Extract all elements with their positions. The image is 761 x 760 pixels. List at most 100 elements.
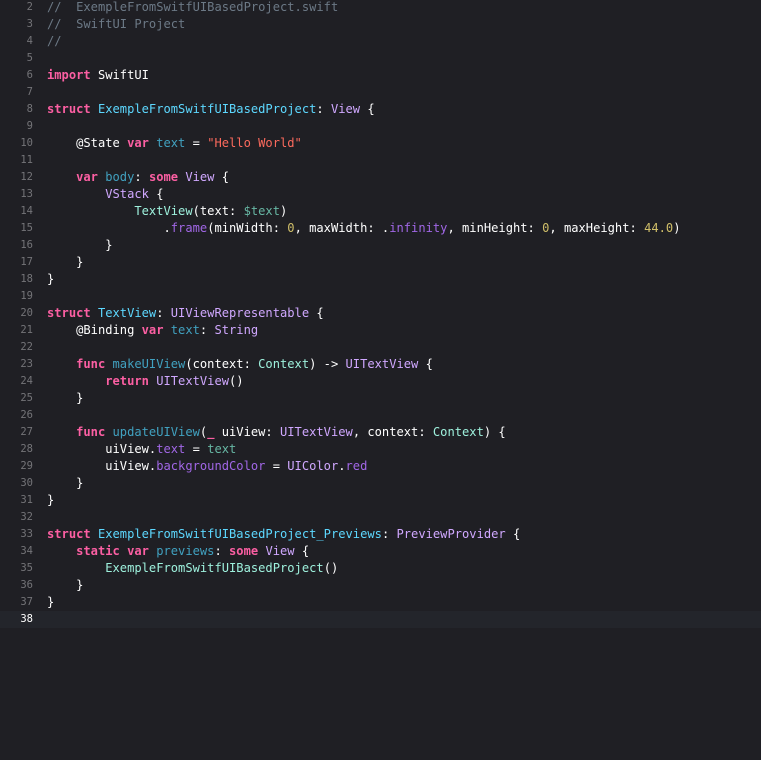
code-token-keyword: var: [141, 323, 164, 337]
code-token-plain: :: [199, 323, 215, 337]
code-line[interactable]: 33 struct ExempleFromSwitfUIBasedProject_…: [0, 526, 761, 543]
code-text: ExempleFromSwitfUIBasedProject(): [47, 560, 338, 577]
code-token-typeDecl: ExempleFromSwitfUIBasedProject: [97, 102, 317, 116]
code-line[interactable]: 6 import SwiftUI: [0, 67, 761, 84]
code-token-projProp: text: [207, 442, 237, 456]
code-line[interactable]: 18}: [0, 271, 761, 288]
code-token-type: UITextView: [280, 425, 353, 439]
code-token-attr: @State: [47, 136, 128, 150]
code-token-type: View: [185, 170, 215, 184]
code-token-plain: =: [265, 459, 288, 473]
code-line[interactable]: 24 return UITextView(): [0, 373, 761, 390]
code-line[interactable]: 8 struct ExempleFromSwitfUIBasedProject: …: [0, 101, 761, 118]
line-number: 12: [20, 171, 33, 183]
code-token-plain: {: [360, 102, 375, 116]
code-token-funcDecl: makeUIView: [112, 357, 186, 371]
line-number: 29: [20, 460, 33, 472]
code-line[interactable]: 20 struct TextView: UIViewRepresentable {: [0, 305, 761, 322]
code-line[interactable]: 17 }: [0, 254, 761, 271]
code-token-plain: , minHeight:: [447, 221, 543, 235]
line-number: 11: [20, 154, 33, 166]
line-number: 22: [20, 341, 33, 353]
code-line[interactable]: 31}: [0, 492, 761, 509]
code-line[interactable]: 21 @Binding var text: String: [0, 322, 761, 339]
code-token-plain: {: [505, 527, 521, 541]
code-line[interactable]: 3 // SwiftUI Project: [0, 16, 761, 33]
line-number: 27: [20, 426, 33, 438]
code-line[interactable]: 5: [0, 50, 761, 67]
line-number: 2: [26, 1, 33, 13]
code-token-attr: @Binding: [47, 323, 142, 337]
code-editor[interactable]: 2 // ExempleFromSwitfUIBasedProject.swift…: [0, 0, 761, 760]
code-line[interactable]: 37}: [0, 594, 761, 611]
code-line[interactable]: 4 //: [0, 33, 761, 50]
code-line[interactable]: 23 func makeUIView(context: Context) -> …: [0, 356, 761, 373]
code-token-plain: }: [47, 238, 113, 252]
code-text: uiView.text = text: [47, 441, 236, 458]
code-token-type: UIColor: [287, 459, 339, 473]
line-number: 13: [20, 188, 33, 200]
code-token-projType: ExempleFromSwitfUIBasedProject: [105, 561, 324, 575]
code-line[interactable]: 2 // ExempleFromSwitfUIBasedProject.swift: [0, 0, 761, 16]
code-token-plain: uiView:: [214, 425, 280, 439]
code-line[interactable]: 15 .frame(minWidth: 0, maxWidth: .infini…: [0, 220, 761, 237]
code-token-type: PreviewProvider: [396, 527, 506, 541]
code-line[interactable]: 22: [0, 339, 761, 356]
code-line[interactable]: 28 uiView.text = text: [0, 441, 761, 458]
line-number: 5: [26, 52, 33, 64]
code-token-comment: //: [47, 34, 62, 48]
code-token-plain: SwiftUI: [90, 68, 149, 82]
code-line[interactable]: 7: [0, 84, 761, 101]
code-line[interactable]: 30 }: [0, 475, 761, 492]
line-number: 15: [20, 222, 33, 234]
code-token-keyword: func: [76, 425, 106, 439]
code-text: // SwiftUI Project: [47, 16, 185, 33]
line-number: 20: [20, 307, 33, 319]
code-line[interactable]: 11: [0, 152, 761, 169]
code-token-plain: (context:: [185, 357, 259, 371]
line-number: 23: [20, 358, 33, 370]
code-token-plain: .: [47, 221, 171, 235]
code-token-funcDecl: updateUIView: [112, 425, 200, 439]
line-number: 36: [20, 579, 33, 591]
code-line[interactable]: 26: [0, 407, 761, 424]
code-token-type: UITextView: [345, 357, 419, 371]
code-token-type: View: [330, 102, 361, 116]
code-token-plain: uiView.: [47, 442, 157, 456]
code-line[interactable]: 14 TextView(text: $text): [0, 203, 761, 220]
code-line[interactable]: 36 }: [0, 577, 761, 594]
code-line[interactable]: 38: [0, 611, 761, 628]
code-token-keyword: struct: [47, 102, 91, 116]
code-text: struct ExempleFromSwitfUIBasedProject_Pr…: [47, 526, 520, 543]
line-number: 10: [20, 137, 33, 149]
code-token-projType: TextView: [134, 204, 193, 218]
code-line[interactable]: 19: [0, 288, 761, 305]
code-token-sysProp: text: [156, 442, 186, 456]
code-token-plain: ) {: [483, 425, 506, 439]
code-line[interactable]: 12 var body: some View {: [0, 169, 761, 186]
code-token-number: 44.0: [644, 221, 674, 235]
code-token-plain: .: [338, 459, 346, 473]
code-text: //: [47, 33, 62, 50]
code-token-plain: }: [47, 476, 84, 490]
code-token-type: UIViewRepresentable: [170, 306, 310, 320]
code-line[interactable]: 34 static var previews: some View {: [0, 543, 761, 560]
code-line[interactable]: 27 func updateUIView(_ uiView: UITextVie…: [0, 424, 761, 441]
code-token-type: View: [265, 544, 295, 558]
code-token-keyword: struct: [47, 306, 91, 320]
code-line[interactable]: 13 VStack {: [0, 186, 761, 203]
code-line[interactable]: 29 uiView.backgroundColor = UIColor.red: [0, 458, 761, 475]
code-line[interactable]: 16 }: [0, 237, 761, 254]
code-line[interactable]: 25 }: [0, 390, 761, 407]
code-line[interactable]: 9: [0, 118, 761, 135]
code-text: // ExempleFromSwitfUIBasedProject.swift: [47, 0, 338, 16]
code-token-plain: , context:: [352, 425, 433, 439]
code-token-typeDecl: ExempleFromSwitfUIBasedProject_Previews: [97, 527, 382, 541]
code-line[interactable]: 32: [0, 509, 761, 526]
line-number: 17: [20, 256, 33, 268]
code-line[interactable]: 10 @State var text = "Hello World": [0, 135, 761, 152]
code-token-plain: }: [47, 493, 55, 507]
code-text: }: [47, 271, 54, 288]
code-line[interactable]: 35 ExempleFromSwitfUIBasedProject(): [0, 560, 761, 577]
